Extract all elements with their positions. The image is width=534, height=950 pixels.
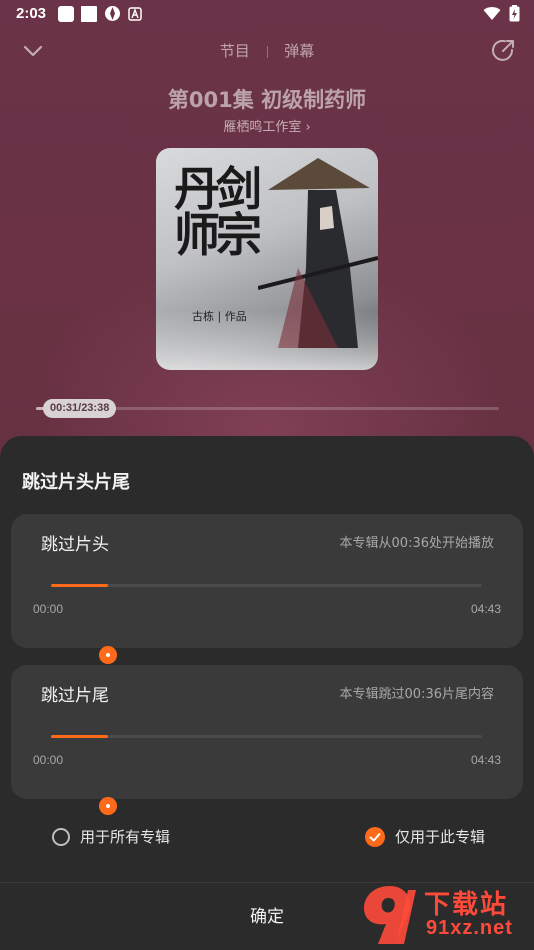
option-this-album[interactable]: 仅用于此专辑 [365,826,485,847]
app-notification-icon [58,5,74,22]
battery-charging-icon [509,5,520,22]
skip-intro-note: 本专辑从00:36处开始播放 [339,536,494,551]
notification-icons [58,5,142,22]
skip-outro-slider-fill [51,735,109,738]
cover-title-line1: 丹剑 [174,162,262,216]
skip-intro-slider-fill [51,584,109,587]
studio-name: 雁栖鸣工作室 [223,120,302,135]
chevron-right-icon: › [305,120,311,135]
skip-intro-slider-thumb[interactable] [99,646,118,664]
sheet-title: 跳过片头片尾 [22,472,130,493]
skip-outro-note: 本专辑跳过00:36片尾内容 [339,687,494,702]
skip-outro-min-time: 00:00 [33,753,64,767]
checkmark-icon [369,832,381,841]
player-screen: 2:03 节目 弹幕 第001集 初级制药师 雁栖鸣工作室 › 丹剑 师宗 古栋… [0,0,534,950]
skip-outro-max-time: 04:43 [470,753,501,767]
watermark-cn: 下载站 [424,890,509,920]
watermark-logo-icon [364,886,416,944]
cover-author: 古栋 | 作品 [192,310,247,323]
skip-intro-max-time: 04:43 [470,602,501,616]
radio-checked-icon[interactable] [365,826,385,847]
cover-calligraphy: 丹剑 师宗 [174,162,262,262]
share-icon[interactable] [490,38,516,64]
tab-divider [266,45,268,58]
skip-intro-label: 跳过片头 [41,535,109,555]
radio-unchecked-icon[interactable] [52,827,70,846]
swordsman-figure-icon [258,158,378,348]
studio-link[interactable]: 雁栖鸣工作室 › [0,116,534,135]
header-tabs: 节目 弹幕 [0,40,534,61]
option-all-albums[interactable]: 用于所有专辑 [52,826,170,847]
skip-intro-min-time: 00:00 [33,602,64,616]
a-box-icon [128,6,142,21]
option-all-albums-label: 用于所有专辑 [80,828,171,846]
skip-outro-slider-thumb[interactable] [99,797,118,815]
watermark-en: 91xz.net [426,917,513,939]
watermark: 下载站 91xz.net [354,880,534,950]
playback-time-thumb[interactable]: 00:31/23:38 [43,399,117,418]
skip-outro-slider[interactable] [51,735,482,815]
cover-title-line2: 师宗 [174,208,262,262]
skip-intro-card: 跳过片头 本专辑从00:36处开始播放 00:00 04:43 [11,514,523,664]
skip-intro-outro-sheet: 跳过片头片尾 跳过片头 本专辑从00:36处开始播放 00:00 04:43 跳… [0,436,534,950]
skip-outro-label: 跳过片尾 [41,686,109,706]
wifi-icon [483,7,501,20]
aperture-icon [105,6,120,21]
status-bar: 2:03 [0,0,534,28]
option-this-album-label: 仅用于此专辑 [395,828,486,846]
skip-outro-card: 跳过片尾 本专辑跳过00:36片尾内容 00:00 04:43 [11,665,523,815]
album-cover: 丹剑 师宗 古栋 | 作品 [156,148,378,370]
system-icons [483,5,520,22]
episode-title: 第001集 初级制药师 [167,88,367,112]
square-notification-icon [81,5,97,22]
skip-intro-slider[interactable] [51,584,482,664]
status-time: 2:03 [16,5,47,22]
tab-danmaku[interactable]: 弹幕 [284,40,314,61]
tab-program[interactable]: 节目 [220,40,250,61]
